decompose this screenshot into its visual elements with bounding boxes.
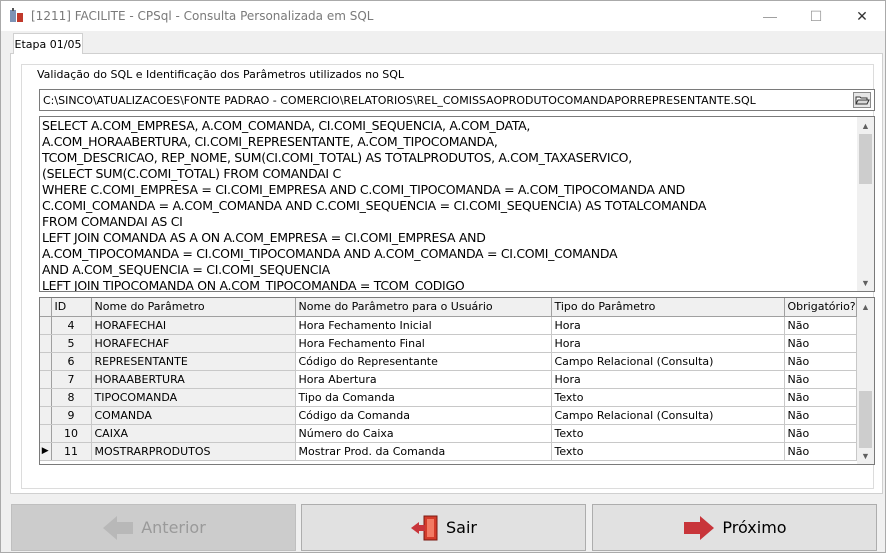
cell-obrigatorio[interactable]: Não bbox=[784, 352, 857, 371]
cell-id[interactable]: 4 bbox=[51, 316, 92, 335]
maximize-button[interactable]: ☐ bbox=[793, 1, 839, 31]
open-folder-icon[interactable] bbox=[851, 90, 873, 110]
table-row[interactable]: 9 COMANDA Código da Comanda Campo Relaci… bbox=[40, 406, 857, 425]
row-indicator[interactable] bbox=[40, 334, 52, 353]
scroll-thumb[interactable] bbox=[859, 134, 872, 184]
current-row-indicator-icon[interactable]: ▶ bbox=[40, 442, 52, 461]
close-button[interactable]: ✕ bbox=[839, 1, 885, 31]
window-title: [1211] FACILITE - CPSql - Consulta Perso… bbox=[31, 9, 374, 23]
cell-tipo[interactable]: Campo Relacional (Consulta) bbox=[551, 352, 785, 371]
sql-editor[interactable]: SELECT A.COM_EMPRESA, A.COM_COMANDA, CI.… bbox=[39, 116, 875, 292]
cell-id[interactable]: 11 bbox=[51, 442, 92, 461]
cell-nome-usuario[interactable]: Código do Representante bbox=[295, 352, 552, 371]
row-indicator[interactable] bbox=[40, 424, 52, 443]
table-row[interactable]: 7 HORAABERTURA Hora Abertura Hora Não bbox=[40, 370, 857, 389]
anterior-label: Anterior bbox=[141, 518, 206, 537]
table-row[interactable]: ▶ 11 MOSTRARPRODUTOS Mostrar Prod. da Co… bbox=[40, 442, 857, 461]
tab-panel: Validação do SQL e Identificação dos Par… bbox=[10, 53, 883, 494]
cell-obrigatorio[interactable]: Não bbox=[784, 442, 857, 461]
header-nome-usuario[interactable]: Nome do Parâmetro para o Usuário bbox=[295, 298, 552, 317]
scroll-up-arrow-icon[interactable]: ▲ bbox=[857, 298, 874, 315]
cell-tipo[interactable]: Texto bbox=[551, 442, 785, 461]
cell-tipo[interactable]: Hora bbox=[551, 334, 785, 353]
cell-obrigatorio[interactable]: Não bbox=[784, 424, 857, 443]
tab-etapa-01[interactable]: Etapa 01/05 bbox=[13, 33, 83, 54]
cell-tipo[interactable]: Texto bbox=[551, 424, 785, 443]
cell-id[interactable]: 8 bbox=[51, 388, 92, 407]
sql-validation-group: Validação do SQL e Identificação dos Par… bbox=[21, 64, 875, 489]
header-id[interactable]: ID bbox=[51, 298, 92, 317]
cell-obrigatorio[interactable]: Não bbox=[784, 370, 857, 389]
cell-id[interactable]: 6 bbox=[51, 352, 92, 371]
cell-nome[interactable]: MOSTRARPRODUTOS bbox=[91, 442, 296, 461]
scroll-thumb[interactable] bbox=[859, 391, 872, 448]
table-row[interactable]: 8 TIPOCOMANDA Tipo da Comanda Texto Não bbox=[40, 388, 857, 407]
cell-nome[interactable]: REPRESENTANTE bbox=[91, 352, 296, 371]
cell-nome[interactable]: COMANDA bbox=[91, 406, 296, 425]
group-legend: Validação do SQL e Identificação dos Par… bbox=[35, 68, 407, 81]
header-nome-parametro[interactable]: Nome do Parâmetro bbox=[91, 298, 296, 317]
table-row[interactable]: 10 CAIXA Número do Caixa Texto Não bbox=[40, 424, 857, 443]
scroll-up-arrow-icon[interactable]: ▲ bbox=[857, 117, 874, 134]
parameters-table: ID Nome do Parâmetro Nome do Parâmetro p… bbox=[40, 298, 857, 461]
proximo-button[interactable]: Próximo bbox=[592, 504, 877, 551]
cell-tipo[interactable]: Hora bbox=[551, 316, 785, 335]
cell-obrigatorio[interactable]: Não bbox=[784, 334, 857, 353]
cell-nome-usuario[interactable]: Hora Fechamento Inicial bbox=[295, 316, 552, 335]
table-row[interactable]: 6 REPRESENTANTE Código do Representante … bbox=[40, 352, 857, 371]
minimize-button[interactable]: — bbox=[747, 1, 793, 31]
header-obrigatorio[interactable]: Obrigatório? bbox=[784, 298, 857, 317]
cpsql-window: [1211] FACILITE - CPSql - Consulta Perso… bbox=[0, 0, 886, 553]
title-bar[interactable]: [1211] FACILITE - CPSql - Consulta Perso… bbox=[1, 1, 885, 31]
exit-door-icon bbox=[410, 513, 440, 543]
cell-obrigatorio[interactable]: Não bbox=[784, 406, 857, 425]
cell-nome-usuario[interactable]: Tipo da Comanda bbox=[295, 388, 552, 407]
cell-id[interactable]: 10 bbox=[51, 424, 92, 443]
cell-obrigatorio[interactable]: Não bbox=[784, 388, 857, 407]
cell-nome[interactable]: HORAABERTURA bbox=[91, 370, 296, 389]
header-indicator bbox=[40, 298, 52, 317]
scroll-down-arrow-icon[interactable]: ▼ bbox=[857, 274, 874, 291]
cell-nome[interactable]: TIPOCOMANDA bbox=[91, 388, 296, 407]
sql-text[interactable]: SELECT A.COM_EMPRESA, A.COM_COMANDA, CI.… bbox=[42, 118, 854, 291]
scroll-down-arrow-icon[interactable]: ▼ bbox=[857, 447, 874, 464]
cell-nome[interactable]: CAIXA bbox=[91, 424, 296, 443]
cell-nome-usuario[interactable]: Código da Comanda bbox=[295, 406, 552, 425]
cell-obrigatorio[interactable]: Não bbox=[784, 316, 857, 335]
header-tipo-parametro[interactable]: Tipo do Parâmetro bbox=[551, 298, 785, 317]
cell-nome-usuario[interactable]: Mostrar Prod. da Comanda bbox=[295, 442, 552, 461]
client-area: Etapa 01/05 Validação do SQL e Identific… bbox=[1, 31, 885, 552]
cell-tipo[interactable]: Campo Relacional (Consulta) bbox=[551, 406, 785, 425]
arrow-right-icon bbox=[682, 514, 716, 542]
cell-tipo[interactable]: Texto bbox=[551, 388, 785, 407]
grid-header-row: ID Nome do Parâmetro Nome do Parâmetro p… bbox=[40, 298, 857, 317]
grid-vertical-scrollbar[interactable]: ▲ ▼ bbox=[857, 298, 874, 464]
proximo-label: Próximo bbox=[722, 518, 787, 537]
row-indicator[interactable] bbox=[40, 388, 52, 407]
sql-vertical-scrollbar[interactable]: ▲ ▼ bbox=[857, 117, 874, 291]
cell-nome[interactable]: HORAFECHAI bbox=[91, 316, 296, 335]
cell-nome-usuario[interactable]: Hora Fechamento Final bbox=[295, 334, 552, 353]
parameters-grid[interactable]: ID Nome do Parâmetro Nome do Parâmetro p… bbox=[39, 297, 875, 465]
row-indicator[interactable] bbox=[40, 352, 52, 371]
row-indicator[interactable] bbox=[40, 316, 52, 335]
anterior-button[interactable]: Anterior bbox=[11, 504, 296, 551]
cell-nome-usuario[interactable]: Hora Abertura bbox=[295, 370, 552, 389]
cell-nome[interactable]: HORAFECHAF bbox=[91, 334, 296, 353]
app-icon bbox=[9, 8, 25, 24]
table-row[interactable]: 4 HORAFECHAI Hora Fechamento Inicial Hor… bbox=[40, 316, 857, 335]
table-row[interactable]: 5 HORAFECHAF Hora Fechamento Final Hora … bbox=[40, 334, 857, 353]
sair-label: Sair bbox=[446, 518, 477, 537]
arrow-left-icon bbox=[101, 514, 135, 542]
cell-tipo[interactable]: Hora bbox=[551, 370, 785, 389]
row-indicator[interactable] bbox=[40, 370, 52, 389]
sql-file-path-field[interactable]: C:\SINCO\ATUALIZACOES\FONTE PADRAO - COM… bbox=[39, 89, 875, 111]
cell-id[interactable]: 5 bbox=[51, 334, 92, 353]
sair-button[interactable]: Sair bbox=[301, 504, 586, 551]
cell-nome-usuario[interactable]: Número do Caixa bbox=[295, 424, 552, 443]
cell-id[interactable]: 9 bbox=[51, 406, 92, 425]
row-indicator[interactable] bbox=[40, 406, 52, 425]
cell-id[interactable]: 7 bbox=[51, 370, 92, 389]
